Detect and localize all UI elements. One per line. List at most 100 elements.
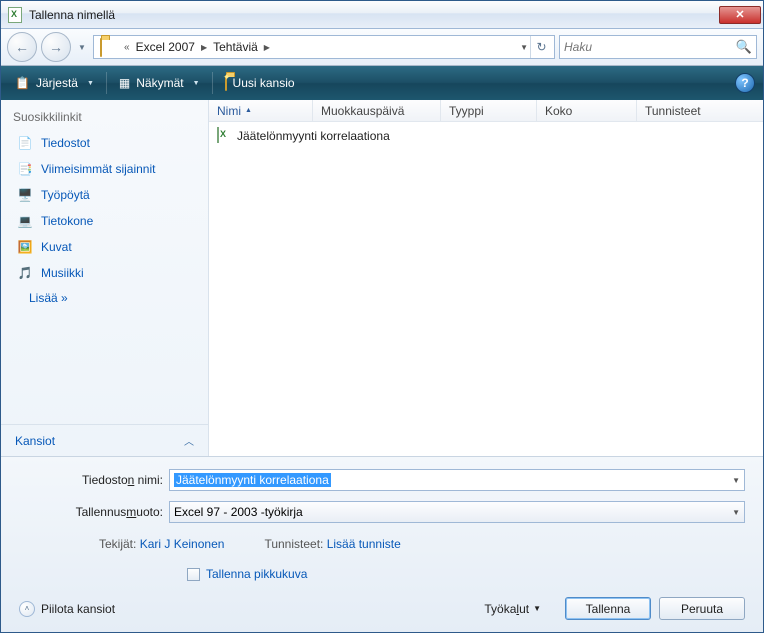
views-label: Näkymät <box>136 76 183 90</box>
sort-asc-icon: ▲ <box>245 107 252 114</box>
chevron-left-icon: « <box>124 42 130 53</box>
toolbar: 📋 Järjestä ▼ ▦ Näkymät ▼ Uusi kansio ? <box>1 66 763 100</box>
folders-toggle[interactable]: Kansiot ︿ <box>1 424 208 456</box>
column-headers: Nimi ▲ Muokkauspäivä Tyyppi Koko Tunniste… <box>209 100 763 122</box>
sidebar-item-music[interactable]: 🎵 Musiikki <box>9 260 200 286</box>
sidebar-more-label: Lisää » <box>29 291 68 305</box>
new-folder-label: Uusi kansio <box>233 76 295 90</box>
authors-value[interactable]: Kari J Keinonen <box>140 537 225 551</box>
address-dropdown[interactable]: ▼ <box>520 43 528 52</box>
close-button[interactable]: ✕ <box>719 6 761 24</box>
sidebar-item-label: Työpöytä <box>41 188 90 202</box>
sidebar-item-label: Viimeisimmät sijainnit <box>41 162 155 176</box>
separator <box>106 72 107 94</box>
chevron-down-icon: ▼ <box>533 604 541 613</box>
sidebar-item-label: Musiikki <box>41 266 84 280</box>
thumbnail-label: Tallenna pikkukuva <box>206 567 307 581</box>
save-as-dialog: Tallenna nimellä ✕ ← → ▼ « Excel 2007 ▶ … <box>0 0 764 633</box>
column-label: Nimi <box>217 104 241 118</box>
views-icon: ▦ <box>119 76 130 90</box>
chevron-up-icon: ︿ <box>184 433 194 448</box>
excel-file-icon <box>217 128 233 144</box>
organize-button[interactable]: 📋 Järjestä ▼ <box>9 74 100 92</box>
tools-dropdown[interactable]: Työkalut ▼ <box>484 602 541 616</box>
organize-icon: 📋 <box>15 76 30 90</box>
save-button[interactable]: Tallenna <box>565 597 651 620</box>
sidebar-more[interactable]: Lisää » <box>9 286 200 310</box>
chevron-up-icon: ˄ <box>19 601 35 617</box>
search-input[interactable] <box>564 40 736 54</box>
filename-value: Jäätelönmyynti korrelaationa <box>174 473 331 487</box>
documents-icon: 📄 <box>17 135 33 151</box>
tags-value[interactable]: Lisää tunniste <box>327 537 401 551</box>
sidebar: Suosikkilinkit 📄 Tiedostot 📑 Viimeisimmät … <box>1 100 209 456</box>
separator <box>212 72 213 94</box>
search-box[interactable]: 🔍 <box>559 35 757 59</box>
address-bar[interactable]: « Excel 2007 ▶ Tehtäviä ▶ ▼ ↻ <box>93 35 555 59</box>
tags-label: Tunnisteet: <box>264 537 323 551</box>
folders-label: Kansiot <box>15 434 55 448</box>
help-button[interactable]: ? <box>735 73 755 93</box>
sidebar-item-label: Kuvat <box>41 240 72 254</box>
sidebar-item-pictures[interactable]: 🖼️ Kuvat <box>9 234 200 260</box>
thumbnail-checkbox[interactable] <box>187 568 200 581</box>
chevron-down-icon[interactable]: ▼ <box>732 476 740 485</box>
forward-button[interactable]: → <box>41 32 71 62</box>
window-title: Tallenna nimellä <box>29 8 719 22</box>
authors-label: Tekijät: <box>99 537 136 551</box>
filename-input[interactable]: Jäätelönmyynti korrelaationa ▼ <box>169 469 745 491</box>
column-label: Koko <box>545 104 572 118</box>
column-name[interactable]: Nimi ▲ <box>209 100 313 121</box>
refresh-button[interactable]: ↻ <box>530 36 552 58</box>
sidebar-item-recent[interactable]: 📑 Viimeisimmät sijainnit <box>9 156 200 182</box>
column-label: Tunnisteet <box>645 104 701 118</box>
hide-folders-label: Piilota kansiot <box>41 602 115 616</box>
organize-label: Järjestä <box>36 76 78 90</box>
format-label: Tallennusmuoto: <box>19 505 169 519</box>
main-area: Suosikkilinkit 📄 Tiedostot 📑 Viimeisimmät … <box>1 100 763 456</box>
column-type[interactable]: Tyyppi <box>441 100 537 121</box>
tools-label: Työkalut <box>484 602 529 616</box>
column-size[interactable]: Koko <box>537 100 637 121</box>
recent-icon: 📑 <box>17 161 33 177</box>
new-folder-button[interactable]: Uusi kansio <box>219 74 301 92</box>
titlebar: Tallenna nimellä ✕ <box>1 1 763 29</box>
format-value: Excel 97 - 2003 -työkirja <box>174 505 303 519</box>
desktop-icon: 🖥️ <box>17 187 33 203</box>
sidebar-item-computer[interactable]: 💻Tietokone <box>9 208 200 234</box>
sidebar-item-documents[interactable]: 📄 Tiedostot <box>9 130 200 156</box>
music-icon: 🎵 <box>17 265 33 281</box>
cancel-button[interactable]: Peruuta <box>659 597 745 620</box>
file-area: Nimi ▲ Muokkauspäivä Tyyppi Koko Tunniste… <box>209 100 763 456</box>
views-button[interactable]: ▦ Näkymät ▼ <box>113 74 206 92</box>
navbar: ← → ▼ « Excel 2007 ▶ Tehtäviä ▶ ▼ ↻ 🔍 <box>1 29 763 66</box>
new-folder-icon <box>225 76 227 90</box>
chevron-down-icon: ▼ <box>193 80 200 87</box>
pictures-icon: 🖼️ <box>17 239 33 255</box>
column-tags[interactable]: Tunnisteet <box>637 100 763 121</box>
file-name: Jäätelönmyynti korrelaationa <box>237 129 390 143</box>
breadcrumb-part[interactable]: Excel 2007 <box>132 40 199 54</box>
chevron-right-icon[interactable]: ▶ <box>201 43 207 52</box>
app-icon <box>7 7 23 23</box>
file-list[interactable]: Jäätelönmyynti korrelaationa <box>209 122 763 456</box>
search-icon[interactable]: 🔍 <box>736 39 752 55</box>
format-select[interactable]: Excel 97 - 2003 -työkirja ▼ <box>169 501 745 523</box>
back-button[interactable]: ← <box>7 32 37 62</box>
sidebar-heading: Suosikkilinkit <box>1 100 208 130</box>
chevron-down-icon[interactable]: ▼ <box>732 508 740 517</box>
chevron-right-icon[interactable]: ▶ <box>264 43 270 52</box>
history-dropdown[interactable]: ▼ <box>75 32 89 62</box>
sidebar-item-desktop[interactable]: 🖥️ Työpöytä <box>9 182 200 208</box>
column-label: Tyyppi <box>449 104 484 118</box>
file-item[interactable]: Jäätelönmyynti korrelaationa <box>213 126 759 146</box>
column-label: Muokkauspäivä <box>321 104 404 118</box>
form-panel: Tiedoston nimi: Jäätelönmyynti korrelaat… <box>1 456 763 632</box>
favorites-list: 📄 Tiedostot 📑 Viimeisimmät sijainnit 🖥️ Työ… <box>1 130 208 310</box>
computer-icon: 💻 <box>17 213 33 229</box>
breadcrumb-part[interactable]: Tehtäviä <box>209 40 262 54</box>
column-modified[interactable]: Muokkauspäivä <box>313 100 441 121</box>
filename-label: Tiedoston nimi: <box>19 473 169 487</box>
sidebar-item-label: Tiedostot <box>41 136 90 150</box>
hide-folders-button[interactable]: ˄ Piilota kansiot <box>19 601 115 617</box>
